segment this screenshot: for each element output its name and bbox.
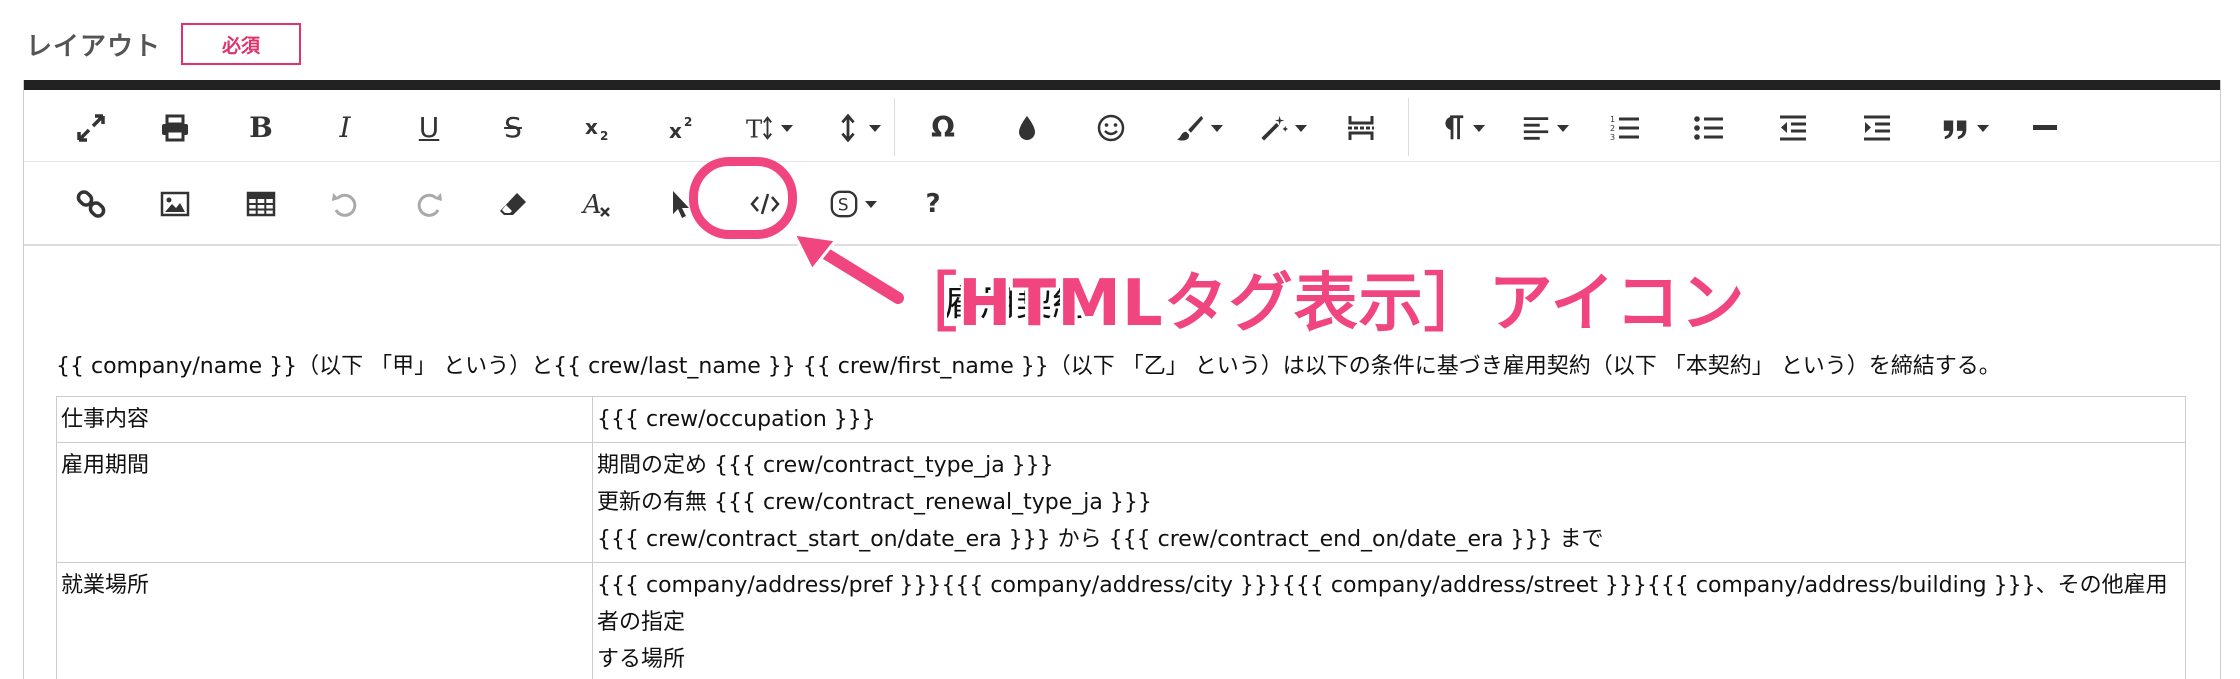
color-icon[interactable] (998, 105, 1056, 151)
svg-text:A: A (581, 190, 602, 220)
strikethrough-icon[interactable]: S (484, 105, 542, 151)
special-char-icon[interactable]: Ω (914, 105, 972, 151)
ordered-list-icon[interactable]: 123 (1596, 105, 1654, 151)
table-cell-line: {{{ crew/contract_start_on/date_era }}} … (597, 527, 1604, 552)
clear-format-icon[interactable]: A (568, 181, 626, 227)
table-cell-label: 仕事内容 (56, 396, 593, 443)
emoji-icon[interactable] (1082, 105, 1140, 151)
toolbar-divider (894, 98, 895, 156)
table-cell-value: 期間の定め {{{ crew/contract_type_ja }}} 更新の有無… (592, 442, 2186, 563)
field-label: レイアウト (26, 31, 162, 62)
paint-format-icon[interactable] (1166, 105, 1232, 151)
fullscreen-icon[interactable] (62, 105, 120, 151)
paragraph-icon[interactable] (1428, 105, 1494, 151)
svg-text:S: S (838, 195, 849, 215)
underline-glyph: U (418, 111, 440, 144)
print-icon[interactable] (146, 105, 204, 151)
underline-icon[interactable]: U (400, 105, 458, 151)
svg-text:1: 1 (1610, 115, 1615, 124)
horizontal-rule-icon[interactable] (2016, 105, 2074, 151)
align-icon[interactable] (1512, 105, 1578, 151)
help-icon[interactable]: ? (904, 181, 962, 227)
outdent-icon[interactable] (1764, 105, 1822, 151)
variable-icon[interactable]: S (820, 181, 886, 227)
highlight-ring (689, 157, 797, 239)
toolbar-row-1: B I U S x2 x2 T Ω 1 2 3 (24, 92, 2220, 162)
table-cell-line: 更新の有無 {{{ crew/contract_renewal_type_ja … (597, 490, 1152, 515)
table-cell-value: {{{ crew/occupation }}} (592, 396, 2186, 443)
italic-glyph: I (339, 111, 351, 144)
table-row: 雇用期間 期間の定め {{{ crew/contract_type_ja }}} 更… (56, 442, 2186, 563)
field-header: レイアウト 必須 (26, 22, 302, 66)
svg-text:x: x (585, 115, 598, 139)
table-cell-label: 雇用期間 (56, 442, 593, 563)
image-icon[interactable] (146, 181, 204, 227)
table-cell-label: 就業場所 (56, 562, 593, 679)
table-icon[interactable] (232, 181, 290, 227)
quote-icon[interactable] (1932, 105, 1998, 151)
indent-icon[interactable] (1848, 105, 1906, 151)
table-cell-value: {{{ company/address/pref }}}{{{ company/… (592, 562, 2186, 679)
svg-text:2: 2 (600, 129, 608, 143)
svg-text:2: 2 (1610, 124, 1615, 133)
required-badge: 必須 (181, 23, 302, 65)
subscript-icon[interactable]: x2 (568, 105, 626, 151)
table-cell-line: {{{ crew/occupation }}} (597, 407, 876, 432)
document-intro: {{ company/name }}（以下 「甲」 という）と{{ crew/l… (56, 354, 2001, 379)
redo-icon[interactable] (400, 181, 458, 227)
link-icon[interactable] (62, 181, 120, 227)
strikethrough-glyph: S (504, 111, 522, 144)
undo-icon[interactable] (316, 181, 374, 227)
toolbar-divider (1408, 98, 1409, 156)
help-glyph: ? (925, 189, 941, 219)
editor-top-border (24, 80, 2220, 90)
bold-glyph: B (249, 111, 273, 144)
svg-text:2: 2 (684, 115, 692, 129)
superscript-icon[interactable]: x2 (652, 105, 710, 151)
font-size-icon[interactable]: T (736, 105, 802, 151)
callout-label: ［HTMLタグ表示］アイコン (893, 267, 1746, 341)
callout-arrow-icon (791, 232, 909, 309)
table-row: 仕事内容{{{ crew/occupation }}} (56, 396, 2186, 443)
unordered-list-icon[interactable] (1680, 105, 1738, 151)
bold-icon[interactable]: B (232, 105, 290, 151)
svg-text:T: T (746, 114, 763, 143)
table-row: 就業場所{{{ company/address/pref }}}{{{ comp… (56, 562, 2186, 679)
toolbar-row-2: A S ? (24, 168, 2220, 238)
terms-table: 仕事内容{{{ crew/occupation }}} 雇用期間 期間の定め {{{… (56, 396, 2186, 679)
table-cell-line: する場所 (597, 647, 686, 672)
eraser-icon[interactable] (484, 181, 542, 227)
svg-text:3: 3 (1610, 133, 1615, 142)
editor-toolbar: B I U S x2 x2 T Ω 1 2 3 A S ? (24, 90, 2220, 246)
page-break-icon[interactable] (1332, 105, 1390, 151)
table-cell-line: {{{ company/address/pref }}}{{{ company/… (597, 573, 2168, 635)
italic-icon[interactable]: I (316, 105, 374, 151)
table-cell-line: 期間の定め {{{ crew/contract_type_ja }}} (597, 453, 1054, 478)
svg-text:x: x (669, 119, 682, 143)
omega-glyph: Ω (931, 111, 955, 144)
rich-text-editor: B I U S x2 x2 T Ω 1 2 3 A S ? 雇用契約 {{co… (23, 80, 2221, 679)
magic-icon[interactable] (1250, 105, 1316, 151)
line-height-icon[interactable] (824, 105, 890, 151)
